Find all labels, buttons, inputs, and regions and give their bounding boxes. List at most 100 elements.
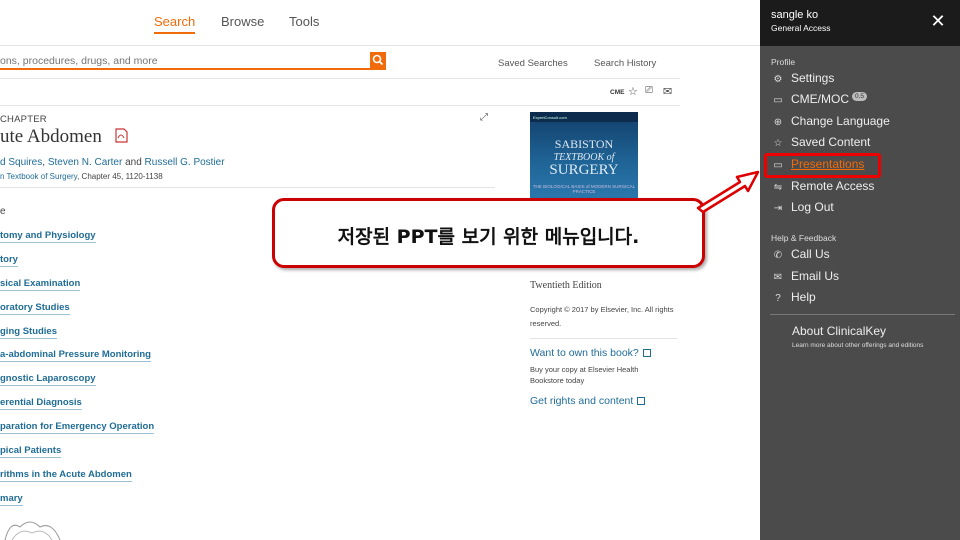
menu-item-label: Log Out <box>791 200 834 214</box>
search-button[interactable] <box>370 52 386 68</box>
external-link-icon <box>642 349 651 358</box>
search-icon <box>372 54 384 66</box>
toc-link[interactable]: tomy and Physiology <box>0 230 96 243</box>
cme-badge: 0.5 <box>852 92 868 101</box>
menu-item-label: Change Language <box>791 114 890 128</box>
toc-link[interactable]: mary <box>0 493 23 506</box>
search-input[interactable] <box>0 53 368 69</box>
rights-link[interactable]: Get rights and content <box>530 395 646 407</box>
book-cover-subtitle: THE BIOLOGICAL BASIS of MODERN SURGICAL … <box>532 184 636 194</box>
book-cover[interactable]: ExpertConsult.com SABISTON TEXTBOOK of S… <box>530 112 638 198</box>
menu-item-change-language[interactable]: ⊕ Change Language <box>771 114 890 132</box>
toc-link[interactable]: rithms in the Acute Abdomen <box>0 469 132 482</box>
toc-link[interactable]: tory <box>0 254 18 267</box>
menu-item-settings[interactable]: ⚙ Settings <box>771 71 835 89</box>
profile-section-heading: Profile <box>771 57 796 67</box>
remote-icon: ⇋ <box>773 182 783 193</box>
menu-item-saved-content[interactable]: ☆ Saved Content <box>771 135 871 153</box>
external-link-icon <box>637 397 646 406</box>
menu-item-label: Help <box>791 290 816 304</box>
divider <box>0 105 680 106</box>
own-book-link[interactable]: Want to own this book? <box>530 347 651 359</box>
menu-item-label: Remote Access <box>791 179 875 193</box>
saved-searches-link[interactable]: Saved Searches <box>498 58 568 69</box>
settings-icon: ⚙ <box>773 74 783 85</box>
divider <box>770 314 955 315</box>
rights-label: Get rights and content <box>530 395 634 407</box>
menu-item-email-us[interactable]: ✉ Email Us <box>771 269 839 287</box>
search-bar <box>0 52 386 70</box>
arrow-icon <box>696 170 760 214</box>
callout-text: 저장된 PPT를 보기 위한 메뉴입니다. <box>337 226 640 248</box>
own-book-label: Want to own this book? <box>530 347 639 359</box>
nav-browse-tab[interactable]: Browse <box>221 14 264 29</box>
toc-link[interactable]: paration for Emergency Operation <box>0 421 155 434</box>
chapter-label: CHAPTER <box>0 114 47 125</box>
mail-icon[interactable]: ✉ <box>663 85 672 98</box>
toc-link[interactable]: erential Diagnosis <box>0 397 82 410</box>
menu-item-label: Email Us <box>791 269 840 283</box>
nav-search-tab[interactable]: Search <box>154 14 196 34</box>
presentation-icon[interactable]: ⎚ <box>645 85 653 96</box>
star-icon: ☆ <box>773 138 783 149</box>
menu-item-cme-moc[interactable]: ▭ CME/MOC 0.5 <box>771 92 868 110</box>
help-section-heading: Help & Feedback <box>771 233 837 243</box>
user-access-level: General Access <box>771 23 831 33</box>
book-copyright: Copyright © 2017 by Elsevier, Inc. All r… <box>530 305 674 328</box>
toc-link[interactable]: sical Examination <box>0 278 81 291</box>
menu-item-label: Settings <box>791 71 835 85</box>
annotation-callout: 저장된 PPT를 보기 위한 메뉴입니다. <box>272 198 705 268</box>
menu-item-log-out[interactable]: ⇥ Log Out <box>771 200 834 218</box>
nav-tools-tab[interactable]: Tools <box>289 14 319 29</box>
toc-link[interactable]: ging Studies <box>0 326 57 339</box>
about-clinicalkey-link[interactable]: About ClinicalKey <box>792 324 886 338</box>
expand-icon[interactable]: ⤢ <box>480 112 488 123</box>
book-link[interactable]: n Textbook of Surgery <box>0 172 77 181</box>
logout-icon: ⇥ <box>773 203 783 214</box>
book-cover-title-line: SURGERY <box>549 162 619 178</box>
account-menu-header: sangle ko General Access ✕ <box>760 0 960 46</box>
chapter-pages: , Chapter 45, 1120-1138 <box>77 172 163 181</box>
menu-item-label: CME/MOC <box>791 92 849 106</box>
presentations-highlight-box <box>764 153 881 178</box>
menu-item-label: Saved Content <box>791 135 871 149</box>
author-link[interactable]: Steven N. Carter <box>48 157 122 168</box>
mail-icon: ✉ <box>773 272 783 283</box>
authors: d Squires, Steven N. Carter and Russell … <box>0 157 225 168</box>
menu-item-label: Call Us <box>791 247 830 261</box>
divider <box>530 338 677 339</box>
book-cover-banner: ExpertConsult.com <box>530 112 638 122</box>
search-history-link[interactable]: Search History <box>594 58 656 69</box>
phone-icon: ✆ <box>773 250 783 261</box>
toc-link[interactable]: gnostic Laparoscopy <box>0 373 96 386</box>
help-icon: ? <box>775 293 781 304</box>
menu-item-remote-access[interactable]: ⇋ Remote Access <box>771 179 875 197</box>
star-icon[interactable]: ☆ <box>628 85 638 98</box>
close-icon[interactable]: ✕ <box>930 12 946 30</box>
toc-link[interactable]: pical Patients <box>0 445 62 458</box>
anatomy-figure-thumbnail[interactable] <box>0 515 64 540</box>
buy-text: Buy your copy at Elsevier Health Booksto… <box>530 365 639 385</box>
book-cover-title: SABISTON TEXTBOOK of SURGERY <box>530 137 638 178</box>
divider <box>0 78 680 79</box>
pdf-icon[interactable] <box>115 128 128 143</box>
toc-link[interactable]: oratory Studies <box>0 302 70 315</box>
author-link[interactable]: d Squires <box>0 157 42 168</box>
globe-icon: ⊕ <box>773 117 783 128</box>
divider <box>0 187 495 188</box>
chapter-title: ute Abdomen <box>0 126 102 147</box>
menu-item-help[interactable]: ? Help <box>771 290 816 308</box>
menu-item-call-us[interactable]: ✆ Call Us <box>771 247 830 265</box>
book-cover-title-line: SABISTON <box>554 137 614 151</box>
outline-heading: e <box>0 206 6 217</box>
cme-icon[interactable]: CME <box>610 89 624 96</box>
cme-icon: ▭ <box>773 95 783 106</box>
user-name: sangle ko <box>771 9 819 21</box>
top-nav: Search Browse Tools <box>0 0 760 46</box>
authors-and: and <box>125 157 142 168</box>
account-menu-panel: sangle ko General Access ✕ Profile ⚙ Sett… <box>760 0 960 540</box>
toc-link[interactable]: a-abdominal Pressure Monitoring <box>0 349 151 362</box>
author-link[interactable]: Russell G. Postier <box>145 157 225 168</box>
about-description: Learn more about other offerings and edi… <box>792 342 924 349</box>
chapter-source: n Textbook of Surgery, Chapter 45, 1120-… <box>0 172 163 181</box>
